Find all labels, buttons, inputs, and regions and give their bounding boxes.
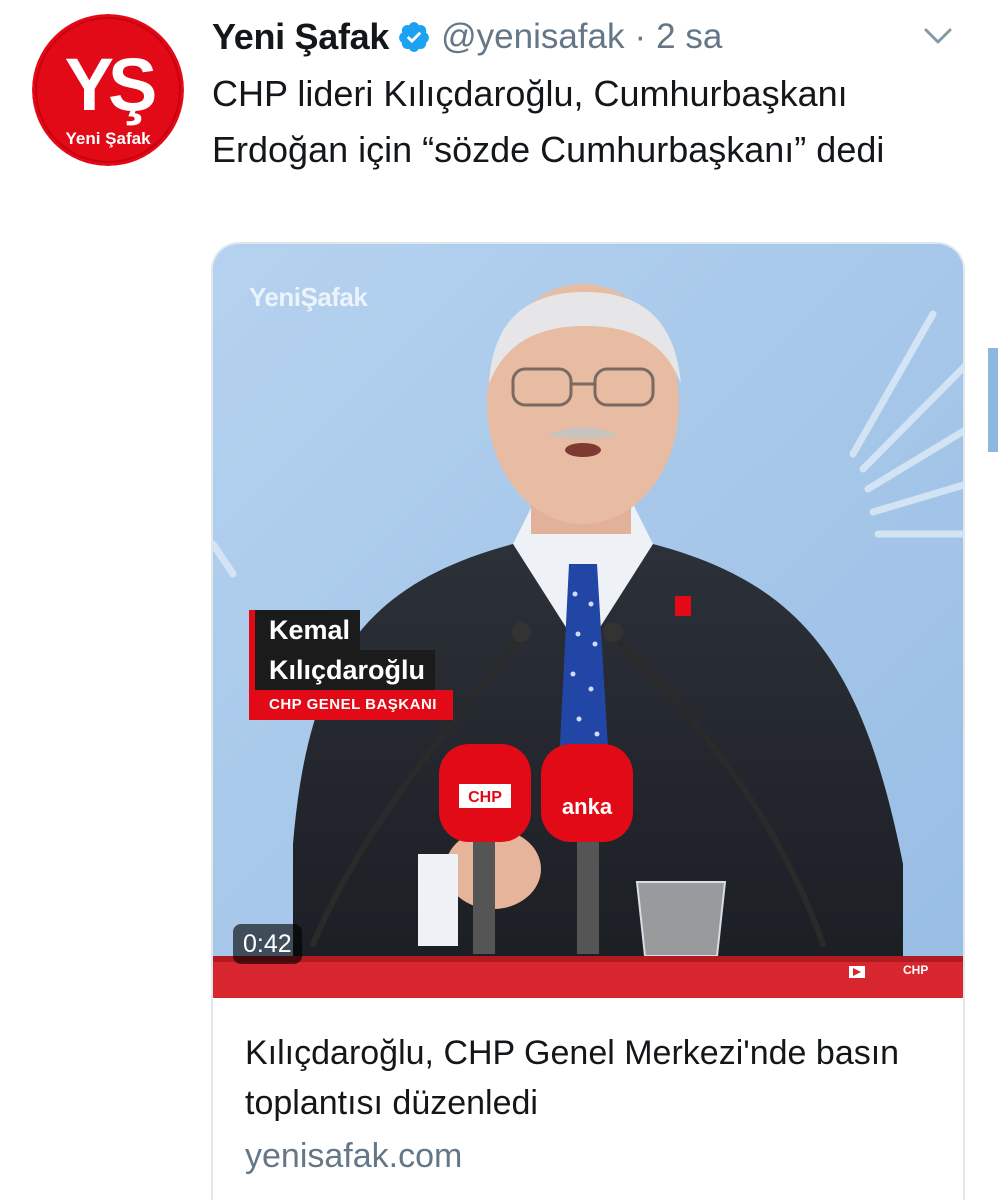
lower-third-title: CHP GENEL BAŞKANI bbox=[249, 690, 453, 720]
mic2-label: anka bbox=[562, 794, 613, 819]
avatar-brand-text: Yeni Şafak bbox=[65, 129, 151, 148]
video-duration-badge: 0:42 bbox=[233, 924, 302, 964]
lower-third-name-line2: Kılıçdaroğlu bbox=[249, 650, 436, 690]
card-body[interactable]: Kılıçdaroğlu, CHP Genel Merkezi'nde bası… bbox=[213, 998, 963, 1184]
video-watermark: YeniŞafak bbox=[249, 282, 368, 312]
podium-label: CHP bbox=[903, 963, 928, 977]
lower-third-name-line1: Kemal bbox=[249, 610, 361, 650]
display-name[interactable]: Yeni Şafak bbox=[212, 16, 389, 58]
chevron-down-icon[interactable] bbox=[918, 16, 958, 56]
separator-dot: · bbox=[634, 17, 647, 56]
card-title[interactable]: Kılıçdaroğlu, CHP Genel Merkezi'nde bası… bbox=[245, 1028, 931, 1128]
handle[interactable]: @yenisafak bbox=[441, 17, 624, 57]
card-domain[interactable]: yenisafak.com bbox=[245, 1128, 931, 1184]
tweet-text: CHP lideri Kılıçdaroğlu, Cumhurbaşkanı E… bbox=[212, 73, 885, 170]
avatar-logo-text: YŞ bbox=[65, 43, 155, 126]
yeni-safak-logo: YŞ Yeni Şafak bbox=[32, 14, 184, 166]
edge-scroll-indicator bbox=[988, 348, 998, 452]
link-card[interactable]: CHP anka CHP YeniŞafak Kemal Kılıçdaroğl… bbox=[211, 242, 965, 1200]
tweet-header: Yeni Şafak @yenisafak · 2 sa bbox=[212, 12, 958, 62]
timestamp[interactable]: 2 sa bbox=[656, 17, 722, 57]
lower-third: Kemal Kılıçdaroğlu CHP GENEL BAŞKANI bbox=[249, 610, 453, 720]
avatar[interactable]: YŞ Yeni Şafak bbox=[32, 14, 184, 166]
video-player[interactable]: CHP anka CHP YeniŞafak Kemal Kılıçdaroğl… bbox=[213, 244, 963, 998]
tweet[interactable]: YŞ Yeni Şafak Yeni Şafak @yenisafak · 2 … bbox=[0, 0, 998, 1200]
mic1-label: CHP bbox=[468, 789, 502, 806]
verified-badge-icon bbox=[399, 22, 429, 52]
